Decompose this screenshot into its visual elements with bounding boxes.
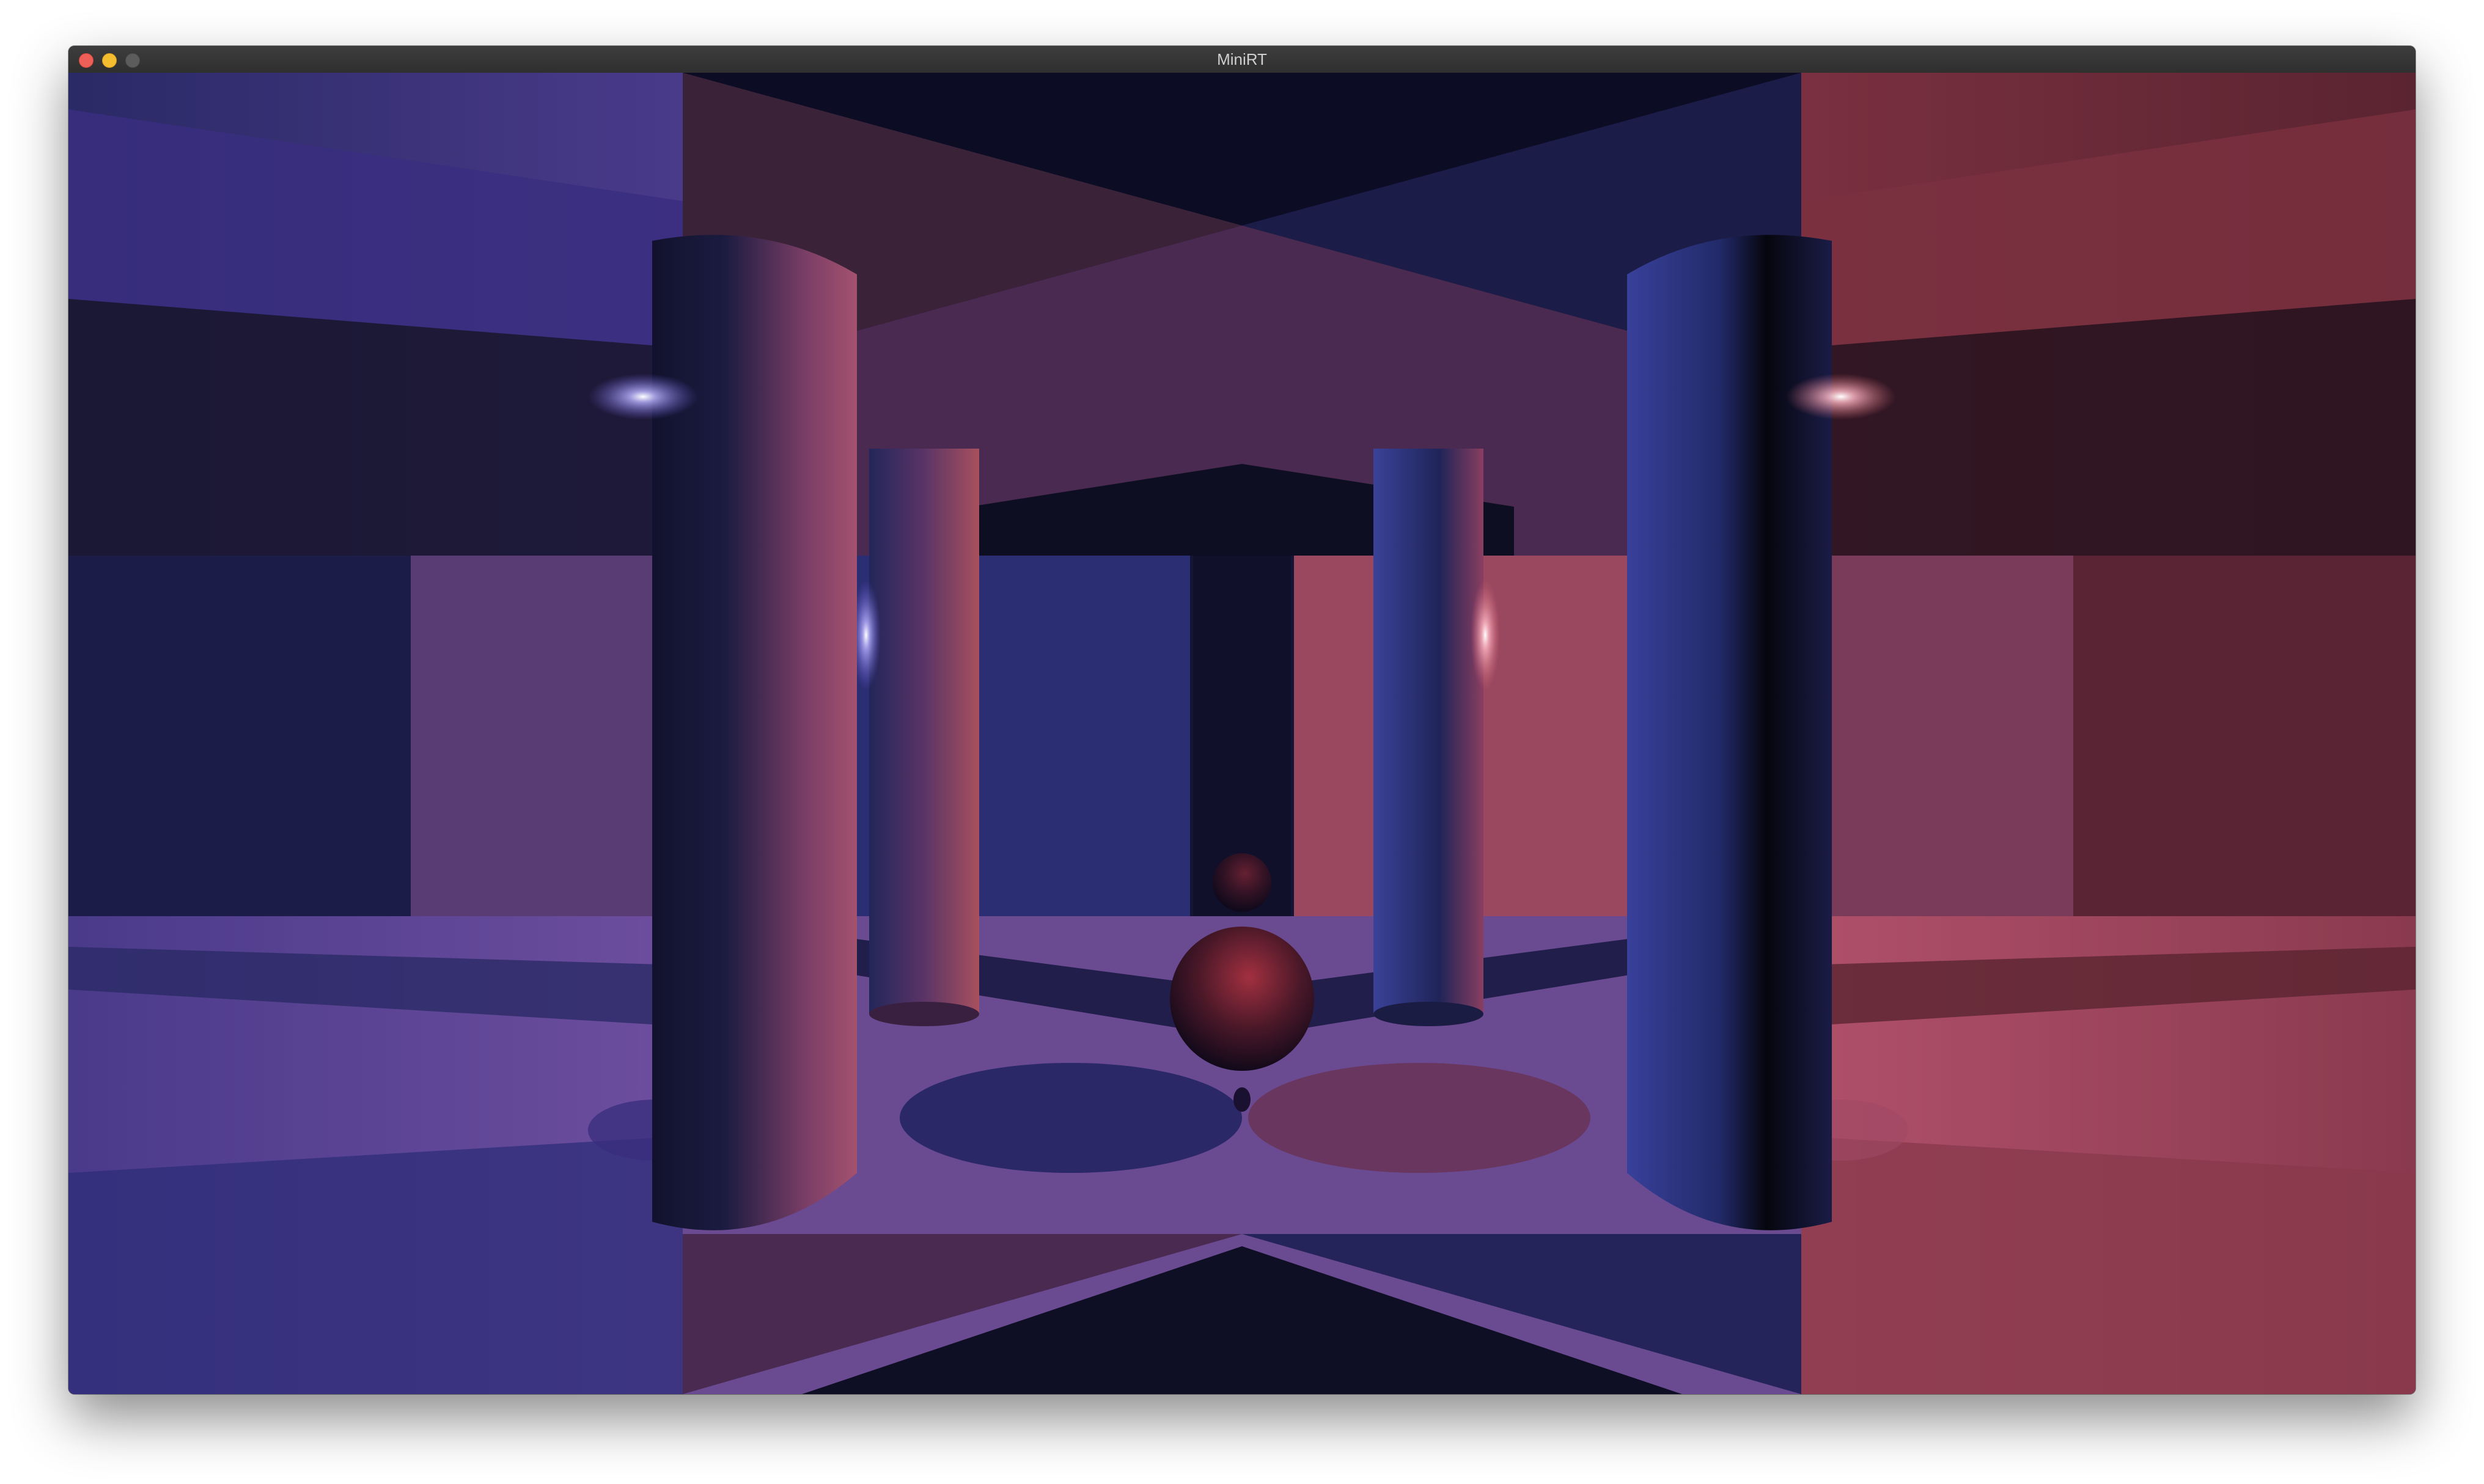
title-bar[interactable]: MiniRT <box>68 46 2416 73</box>
window-title: MiniRT <box>1217 50 1267 68</box>
render-canvas <box>68 73 2416 1394</box>
app-window: MiniRT <box>68 46 2416 1394</box>
